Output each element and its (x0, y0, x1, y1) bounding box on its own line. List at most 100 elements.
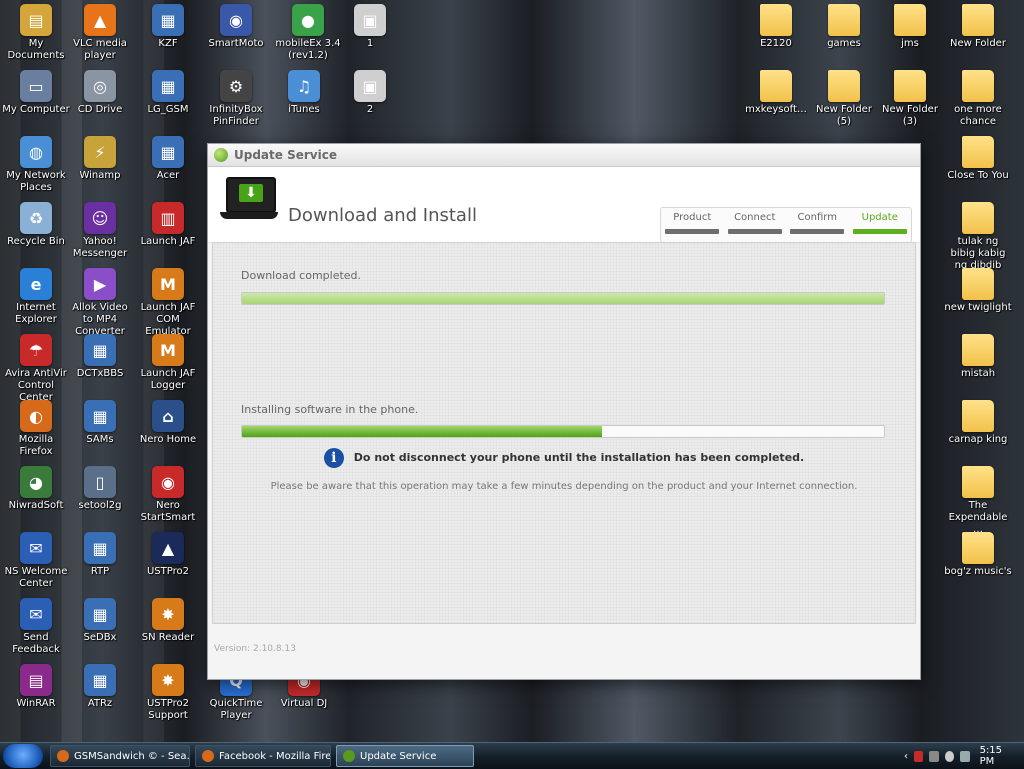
desktop-shortcut-setool2g[interactable]: ▯ setool2g (66, 464, 134, 512)
desktop-shortcut-sams[interactable]: ▦ SAMs (66, 398, 134, 446)
network-tray-icon[interactable] (929, 750, 939, 762)
folder-icon (962, 202, 994, 234)
desktop-shortcut-label: InfinityBox PinFinder (209, 104, 263, 127)
desktop-folder-new-folder-3[interactable]: New Folder (3) (876, 68, 944, 128)
desktop-folder-mistah[interactable]: mistah (944, 332, 1012, 380)
desktop-shortcut-lg-gsm[interactable]: ▦ LG_GSM (134, 68, 202, 116)
desktop-folder-label: new twiglight (944, 302, 1012, 313)
desktop-folder-tulak-ng-bibig-kabig-ng-dibdib[interactable]: tulak ng bibig kabig ng dibdib (944, 200, 1012, 272)
desktop-shortcut-ns-welcome-center[interactable]: ✉ NS Welcome Center (2, 530, 70, 590)
desktop-shortcut-yahoo-messenger[interactable]: ☺ Yahoo! Messenger (66, 200, 134, 260)
desktop-shortcut-2[interactable]: ▣ 2 (336, 68, 404, 116)
desktop-shortcut-cd-drive[interactable]: ◎ CD Drive (66, 68, 134, 116)
desktop-shortcut-label: CD Drive (77, 104, 123, 115)
settings-tray-icon[interactable] (944, 750, 955, 762)
desktop-folder-carnap-king[interactable]: carnap king (944, 398, 1012, 446)
desktop-folder-games[interactable]: games (810, 2, 878, 50)
2-icon: ▣ (354, 70, 386, 102)
desktop-shortcut-dctxbbs[interactable]: ▦ DCTxBBS (66, 332, 134, 380)
desktop-folder-the-expendable[interactable]: The Expendable… (944, 464, 1012, 536)
desktop-shortcut-1[interactable]: ▣ 1 (336, 2, 404, 50)
desktop-folder-mxkeysoft[interactable]: mxkeysoft… (742, 68, 810, 116)
start-button[interactable] (3, 744, 43, 768)
antivirus-tray-icon[interactable] (914, 750, 924, 762)
desktop-shortcut-launch-jaf-com-emulator[interactable]: M Launch JAF COM Emulator (134, 266, 202, 338)
desktop-shortcut-niwradsoft[interactable]: ◕ NiwradSoft (2, 464, 70, 512)
folder-icon (894, 70, 926, 102)
folder-icon (760, 4, 792, 36)
desktop-folder-new-twiglight[interactable]: new twiglight (944, 266, 1012, 314)
install-status-label: Installing software in the phone. (241, 403, 419, 416)
tray-expand-icon[interactable]: ‹ (904, 751, 908, 762)
desktop-shortcut-label: Launch JAF Logger (140, 368, 196, 391)
desktop-shortcut-label: SeDBx (83, 632, 117, 643)
desktop-shortcut-launch-jaf-logger[interactable]: M Launch JAF Logger (134, 332, 202, 392)
volume-tray-icon[interactable] (960, 750, 970, 762)
desktop-folder-label: games (827, 38, 861, 49)
desktop-shortcut-recycle-bin[interactable]: ♻ Recycle Bin (2, 200, 70, 248)
desktop-folder-close-to-you[interactable]: Close To You (944, 134, 1012, 182)
update-service-window: Update Service ⬇ Download and Install Pr… (207, 143, 921, 680)
desktop-shortcut-winrar[interactable]: ▤ WinRAR (2, 662, 70, 710)
desktop-shortcut-label: Winamp (79, 170, 121, 181)
desktop-shortcut-itunes[interactable]: ♫ iTunes (270, 68, 338, 116)
desktop-shortcut-acer[interactable]: ▦ Acer (134, 134, 202, 182)
desktop-shortcut-label: NiwradSoft (8, 500, 64, 511)
1-icon: ▣ (354, 4, 386, 36)
desktop-shortcut-sn-reader[interactable]: ✸ SN Reader (134, 596, 202, 644)
atrz-icon: ▦ (84, 664, 116, 696)
desktop-shortcut-kzf[interactable]: ▦ KZF (134, 2, 202, 50)
taskbar-app-icon (57, 750, 69, 762)
desktop-shortcut-vlc-media-player[interactable]: ▲ VLC media player (66, 2, 134, 62)
desktop-shortcut-mozilla-firefox[interactable]: ◐ Mozilla Firefox (2, 398, 70, 458)
desktop-folder-e2120[interactable]: E2120 (742, 2, 810, 50)
content-panel: Download completed. Installing software … (212, 242, 916, 624)
desktop-shortcut-rtp[interactable]: ▦ RTP (66, 530, 134, 578)
desktop-shortcut-avira-antivir-control-center[interactable]: ☂ Avira AntiVir Control Center (2, 332, 70, 404)
launch-jaf-icon: ▥ (152, 202, 184, 234)
window-titlebar[interactable]: Update Service (208, 144, 920, 167)
taskbar-button-facebook-mozilla-fire[interactable]: Facebook - Mozilla Fire… (195, 745, 331, 767)
desktop-shortcut-label: Send Feedback (12, 632, 60, 655)
download-status-label: Download completed. (241, 269, 362, 282)
internet-explorer-icon: e (20, 268, 52, 300)
desktop-shortcut-internet-explorer[interactable]: e Internet Explorer (2, 266, 70, 326)
desktop-shortcut-smartmoto[interactable]: ◉ SmartMoto (202, 2, 270, 50)
desktop-folder-new-folder[interactable]: New Folder (944, 2, 1012, 50)
desktop-shortcut-allok-video-to-mp4-converter[interactable]: ▶ Allok Video to MP4 Converter (66, 266, 134, 338)
acer-icon: ▦ (152, 136, 184, 168)
itunes-icon: ♫ (288, 70, 320, 102)
desktop-shortcut-my-computer[interactable]: ▭ My Computer (2, 68, 70, 116)
desktop-shortcut-my-network-places[interactable]: ◍ My Network Places (2, 134, 70, 194)
desktop-shortcut-label: setool2g (78, 500, 122, 511)
send-feedback-icon: ✉ (20, 598, 52, 630)
desktop-shortcut-mobileex-3-4-rev1-2[interactable]: ● mobileEx 3.4 (rev1.2) (274, 2, 342, 62)
desktop-shortcut-winamp[interactable]: ⚡ Winamp (66, 134, 134, 182)
desktop-shortcut-label: mobileEx 3.4 (rev1.2) (275, 38, 341, 61)
folder-icon (962, 466, 994, 498)
desktop-folder-label: mistah (960, 368, 996, 379)
desktop-folder-jms[interactable]: jms (876, 2, 944, 50)
desktop-shortcut-ustpro2-support[interactable]: ✸ USTPro2 Support (134, 662, 202, 722)
avira-antivir-control-center-icon: ☂ (20, 334, 52, 366)
desktop-shortcut-nero-startsmart[interactable]: ◉ Nero StartSmart (134, 464, 202, 524)
desktop-shortcut-sedbx[interactable]: ▦ SeDBx (66, 596, 134, 644)
taskbar-button-update-service[interactable]: Update Service (336, 745, 474, 767)
desktop-shortcut-infinitybox-pinfinder[interactable]: ⚙ InfinityBox PinFinder (202, 68, 270, 128)
desktop-shortcut-label: ATRz (87, 698, 113, 709)
desktop-folder-bog-z-music-s[interactable]: bog'z music's (944, 530, 1012, 578)
desktop-folder-one-more-chance[interactable]: one more chance (944, 68, 1012, 128)
clock[interactable]: 5:15 PM (980, 745, 1014, 767)
desktop-shortcut-my-documents[interactable]: ▤ My Documents (2, 2, 70, 62)
desktop-shortcut-nero-home[interactable]: ⌂ Nero Home (134, 398, 202, 446)
warning-message: i Do not disconnect your phone until the … (213, 448, 915, 468)
desktop-shortcut-send-feedback[interactable]: ✉ Send Feedback (2, 596, 70, 656)
step-label: Update (861, 212, 898, 223)
desktop-shortcut-atrz[interactable]: ▦ ATRz (66, 662, 134, 710)
taskbar-button-gsmsandwich-sea[interactable]: GSMSandwich © - Sea… (50, 745, 190, 767)
desktop-folder-new-folder-5[interactable]: New Folder (5) (810, 68, 878, 128)
sn-reader-icon: ✸ (152, 598, 184, 630)
desktop-shortcut-ustpro2[interactable]: ▲ USTPro2 (134, 530, 202, 578)
desktop-shortcut-label: My Computer (2, 104, 70, 115)
desktop-shortcut-launch-jaf[interactable]: ▥ Launch JAF (134, 200, 202, 248)
